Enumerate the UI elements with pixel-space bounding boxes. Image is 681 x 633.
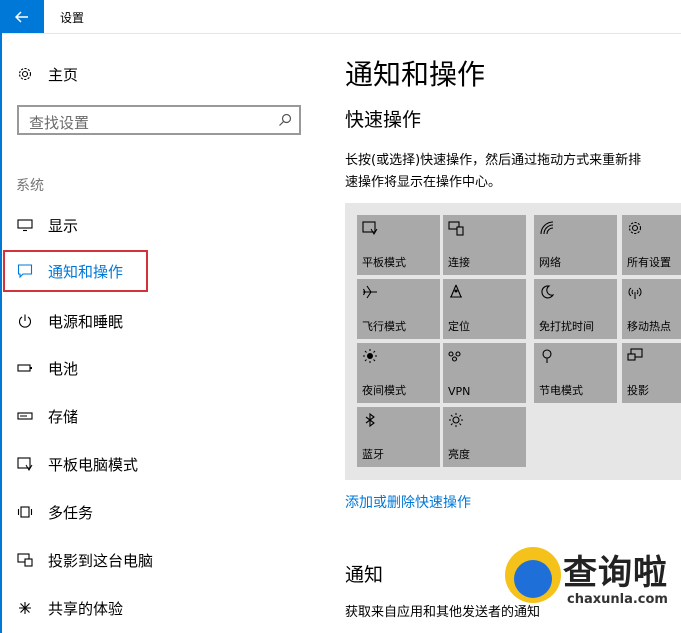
- sidebar-item-power-sleep[interactable]: 电源和睡眠: [16, 309, 123, 333]
- quick-actions-heading: 快速操作: [345, 109, 422, 131]
- project-icon: [16, 551, 34, 569]
- sidebar-item-label: 显示: [48, 216, 79, 235]
- hotspot-icon: [628, 287, 642, 299]
- tile-battery-saver[interactable]: 节电模式: [534, 343, 617, 403]
- tile-label: 投影: [627, 384, 649, 397]
- search-icon: [279, 113, 292, 126]
- gear-icon: [628, 221, 642, 235]
- shared-experience-icon: [16, 599, 34, 617]
- tile-location[interactable]: 定位: [443, 279, 526, 339]
- bluetooth-icon: [365, 412, 375, 428]
- storage-icon: [16, 407, 34, 425]
- network-icon: [540, 221, 554, 235]
- monitor-icon: [16, 216, 34, 234]
- tile-vpn[interactable]: VPN: [443, 343, 526, 403]
- quick-actions-grid: 平板模式 连接 网络 所有设置 飞行模式 定位 免打扰时间 移动热点 夜间模式 …: [345, 203, 681, 480]
- description-line: 长按(或选择)快速操作，然后通过拖动方式来重新排: [345, 153, 642, 168]
- sidebar-item-battery[interactable]: 电池: [16, 356, 78, 380]
- night-light-icon: [363, 349, 377, 363]
- tile-label: 移动热点: [627, 320, 671, 333]
- tile-brightness[interactable]: 亮度: [443, 407, 526, 467]
- home-link[interactable]: 主页: [16, 63, 78, 85]
- tile-project[interactable]: 投影: [622, 343, 681, 403]
- search-box[interactable]: 查找设置: [17, 105, 301, 135]
- tile-label: 平板模式: [362, 256, 406, 269]
- highlight-annotation: [3, 250, 148, 292]
- page-title: 通知和操作: [345, 58, 486, 91]
- sidebar-item-label: 电源和睡眠: [48, 312, 124, 331]
- sidebar-item-label: 投影到这台电脑: [48, 551, 154, 570]
- tile-label: VPN: [448, 385, 471, 398]
- tile-label: 飞行模式: [362, 320, 406, 333]
- battery-saver-icon: [542, 349, 552, 363]
- tile-connect[interactable]: 连接: [443, 215, 526, 275]
- sidebar-item-storage[interactable]: 存储: [16, 404, 78, 428]
- description-line: 速操作将显示在操作中心。: [345, 175, 502, 190]
- tile-label: 网络: [539, 256, 561, 269]
- window-title: 设置: [60, 11, 85, 25]
- tile-label: 亮度: [448, 448, 470, 461]
- sidebar-item-label: 多任务: [48, 503, 94, 522]
- back-button[interactable]: [0, 0, 44, 33]
- sidebar: 主页 查找设置 系统 显示 通知和操作 电源和睡眠 电池 存储 平板电脑模式 多…: [0, 33, 320, 633]
- project-tile-icon: [627, 348, 643, 361]
- sidebar-item-tablet-mode[interactable]: 平板电脑模式: [16, 452, 138, 476]
- location-icon: [450, 284, 462, 298]
- watermark-text: 查询啦: [563, 553, 668, 593]
- power-icon: [16, 312, 34, 330]
- sidebar-item-label: 电池: [48, 359, 79, 378]
- back-arrow-icon: [15, 10, 28, 23]
- tile-night-light[interactable]: 夜间模式: [357, 343, 440, 403]
- watermark-logo: 查询啦 chaxunla.com: [505, 543, 681, 617]
- battery-icon: [16, 359, 34, 377]
- tile-quiet-hours[interactable]: 免打扰时间: [534, 279, 617, 339]
- tile-airplane-mode[interactable]: 飞行模式: [357, 279, 440, 339]
- tile-label: 定位: [448, 320, 470, 333]
- notifications-heading: 通知: [345, 564, 384, 586]
- gear-icon: [16, 65, 34, 83]
- tile-label: 连接: [448, 256, 470, 269]
- tile-label: 所有设置: [627, 256, 671, 269]
- multitasking-icon: [16, 503, 34, 521]
- tile-mobile-hotspot[interactable]: 移动热点: [622, 279, 681, 339]
- brightness-icon: [449, 413, 463, 427]
- logo-icon: [505, 547, 561, 603]
- tablet-mode-icon: [16, 455, 34, 473]
- search-placeholder: 查找设置: [29, 114, 90, 132]
- airplane-icon: [363, 285, 377, 299]
- sidebar-item-label: 平板电脑模式: [48, 455, 139, 474]
- section-label-system: 系统: [16, 178, 44, 194]
- home-label: 主页: [48, 65, 79, 84]
- tile-label: 节电模式: [539, 384, 583, 397]
- sidebar-item-label: 共享的体验: [48, 599, 124, 618]
- watermark-domain: chaxunla.com: [567, 592, 668, 607]
- sidebar-item-display[interactable]: 显示: [16, 213, 78, 237]
- moon-icon: [541, 285, 555, 299]
- add-remove-quick-actions-link[interactable]: 添加或删除快速操作: [345, 492, 471, 512]
- tile-label: 蓝牙: [362, 448, 384, 461]
- tablet-icon: [362, 221, 378, 235]
- sidebar-item-shared-experiences[interactable]: 共享的体验: [16, 596, 123, 620]
- quick-actions-description: 长按(或选择)快速操作，然后通过拖动方式来重新排 速操作将显示在操作中心。: [345, 150, 681, 198]
- tile-all-settings[interactable]: 所有设置: [622, 215, 681, 275]
- sidebar-item-project[interactable]: 投影到这台电脑: [16, 548, 153, 572]
- sidebar-item-label: 存储: [48, 407, 79, 426]
- title-bar: 设置: [0, 0, 681, 34]
- tile-network[interactable]: 网络: [534, 215, 617, 275]
- tile-label: 夜间模式: [362, 384, 406, 397]
- tile-tablet-mode[interactable]: 平板模式: [357, 215, 440, 275]
- vpn-icon: [448, 351, 461, 362]
- sidebar-item-multitasking[interactable]: 多任务: [16, 500, 93, 524]
- tile-bluetooth[interactable]: 蓝牙: [357, 407, 440, 467]
- connect-icon: [448, 221, 464, 236]
- tile-label: 免打扰时间: [539, 320, 594, 333]
